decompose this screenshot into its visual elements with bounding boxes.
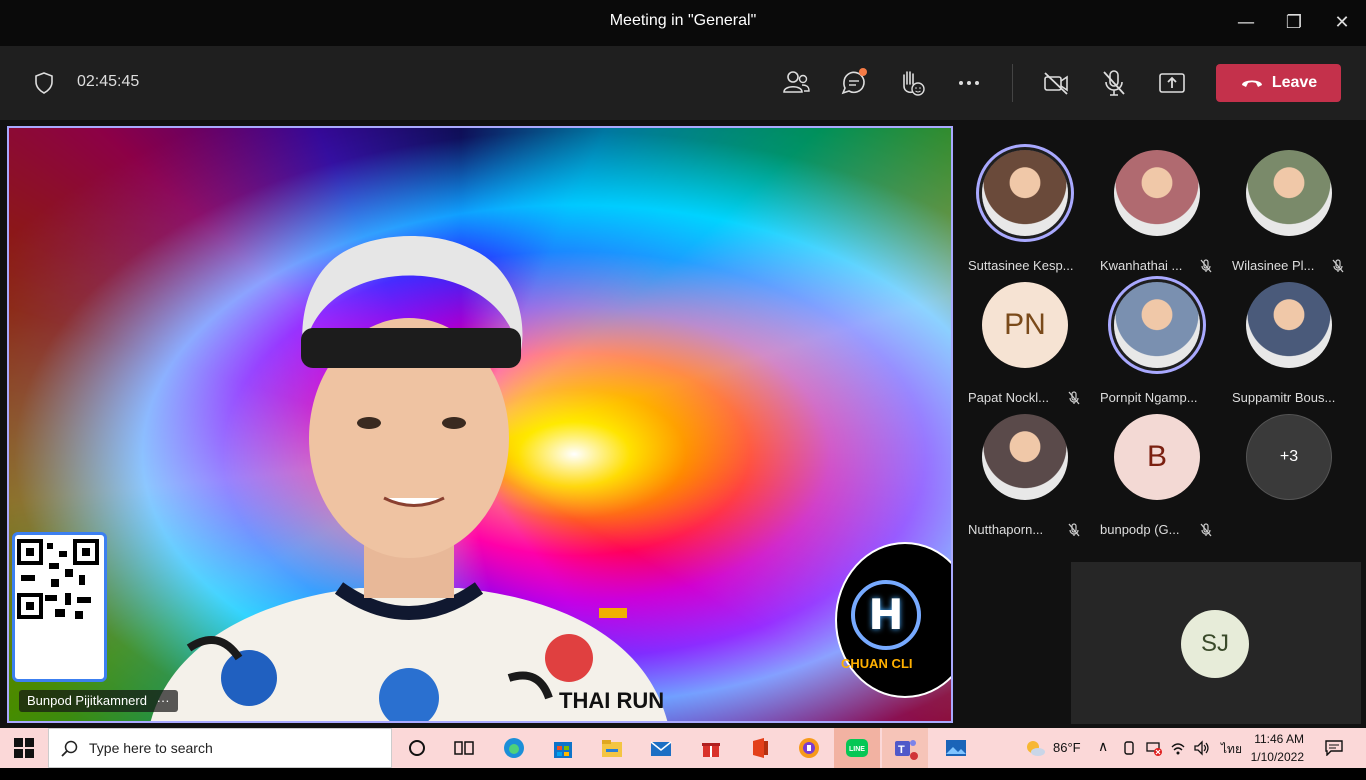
leave-label: Leave [1271,74,1318,91]
mic-off-icon [1332,259,1344,273]
mail-icon[interactable] [647,734,675,762]
search-placeholder: Type here to search [89,740,213,756]
system-clock[interactable]: 11:46 AM 1/10/2022 [1244,730,1304,766]
participant-tile[interactable]: Wilasinee Pl... [1224,142,1354,273]
task-view-icon[interactable] [450,734,478,762]
store-icon[interactable] [549,734,577,762]
photos-icon[interactable] [942,734,970,762]
participant-avatar [982,150,1068,236]
cortana-icon[interactable] [403,734,431,762]
maximize-button[interactable]: ❐ [1279,8,1309,38]
participant-avatar [1114,150,1200,236]
participant-tile[interactable]: Pornpit Ngamp... [1092,274,1222,405]
gift-app-icon[interactable] [697,734,725,762]
participant-tile[interactable]: Suppamitr Bous... [1224,274,1354,405]
participant-tile[interactable]: PN Papat Nockl... [960,274,1090,405]
share-tray-icon [1159,73,1185,93]
more-icon [959,81,979,85]
meet-now-icon[interactable] [1122,740,1136,756]
self-avatar: SJ [1181,610,1249,678]
presenter-name: Bunpod Pijitkamnerd [27,693,147,708]
meeting-timer: 02:45:45 [77,73,140,90]
weather-temperature[interactable]: 86°F [1053,740,1081,780]
presenter-figure: THAI RUN [150,236,668,721]
file-explorer-icon[interactable] [598,734,626,762]
camera-toggle[interactable] [1039,66,1073,100]
shield-icon[interactable] [34,72,54,94]
participant-name: Suppamitr Bous... [1232,390,1336,405]
meeting-toolbar: 02:45:45 Leave [0,46,1366,120]
logo-mark: H [851,580,921,650]
chat-button[interactable] [837,66,871,100]
hang-up-icon [1241,80,1262,87]
more-actions-button[interactable] [952,66,986,100]
reactions-button[interactable] [894,66,928,100]
weather-icon[interactable] [1024,738,1046,758]
meeting-stage: THAI RUN H CHUAN CLI Bunpod Pijitkamnerd… [0,120,1366,728]
participants-button[interactable] [779,66,813,100]
clock-time: 11:46 AM [1254,732,1304,746]
participant-avatar [982,414,1068,500]
notifications-icon[interactable] [1325,740,1343,756]
participant-roster: Suttasinee Kesp... Kwanhathai ... Wilasine… [960,120,1366,560]
svg-text:LINE: LINE [849,746,865,753]
mic-off-icon [1068,523,1080,537]
chevron-up-icon[interactable]: ∧ [1098,738,1108,778]
leave-button[interactable]: Leave [1216,64,1341,102]
office-icon[interactable] [746,734,774,762]
title-bar: Meeting in "General" — ❐ ✕ [0,0,1366,46]
participant-avatar: B [1114,414,1200,500]
self-view-tile[interactable]: SJ [1071,562,1361,724]
participant-tile[interactable]: Suttasinee Kesp... [960,142,1090,273]
participant-tile[interactable]: Nutthaporn... [960,406,1090,537]
teams-icon: T [895,740,918,760]
taskbar-search-box[interactable]: Type here to search [48,728,392,768]
edge-icon[interactable] [500,734,528,762]
windows-start-icon[interactable] [14,738,34,758]
participant-tile[interactable]: Bbunpodp (G... [1092,406,1222,537]
minimize-button[interactable]: — [1231,8,1261,38]
participant-avatar: +3 [1246,414,1332,500]
qr-code-icon [17,539,99,619]
svg-text:T: T [898,744,905,756]
teams-app-active[interactable]: T [882,728,928,768]
search-icon [61,740,78,757]
participant-tile[interactable]: +3 [1224,406,1354,536]
participant-avatar [1114,282,1200,368]
main-video-feed[interactable]: THAI RUN H CHUAN CLI Bunpod Pijitkamnerd… [7,126,953,723]
participant-name: Suttasinee Kesp... [968,258,1074,273]
camera-off-icon [1044,72,1068,95]
share-screen-button[interactable] [1155,66,1189,100]
clock-date: 1/10/2022 [1250,750,1304,764]
shirt-text: THAI RUN [559,688,664,713]
wifi-icon[interactable] [1170,740,1186,756]
participant-avatar [1246,150,1332,236]
more-icon[interactable]: ··· [157,693,170,708]
volume-icon[interactable] [1193,740,1211,756]
logo-text: CHUAN CLI [841,656,913,671]
main-video-name-tag: Bunpod Pijitkamnerd ··· [19,690,178,712]
network-error-icon[interactable] [1146,740,1162,756]
microphone-toggle[interactable] [1097,66,1131,100]
people-icon [783,71,810,93]
raise-hand-icon [903,71,925,96]
line-app-active[interactable]: LINE [834,728,880,768]
participant-tile[interactable]: Kwanhathai ... [1092,142,1222,273]
participant-name: Pornpit Ngamp... [1100,390,1198,405]
line-icon: LINE [846,739,868,757]
mic-off-icon [1068,391,1080,405]
participant-avatar: PN [982,282,1068,368]
browser-shield-icon[interactable] [795,734,823,762]
close-button[interactable]: ✕ [1327,8,1357,38]
input-language[interactable]: ไทย [1221,740,1242,780]
mic-off-icon [1200,259,1212,273]
toolbar-divider [1012,64,1013,102]
chat-icon [841,68,867,95]
mic-off-icon [1103,70,1125,96]
participant-avatar [1246,282,1332,368]
qr-code-overlay [12,532,107,682]
windows-taskbar: Type here to search LINE T 86°F ∧ ไทย 11… [0,728,1366,768]
window-title: Meeting in "General" [609,12,757,29]
mic-off-icon [1200,523,1212,537]
